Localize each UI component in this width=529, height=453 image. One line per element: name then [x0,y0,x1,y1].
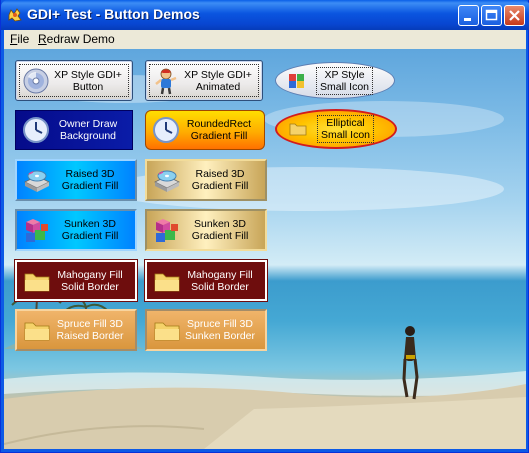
mahogany-button-2[interactable]: Mahogany Fill Solid Border [145,260,267,301]
xp-style-button-label: XP Style GDI+ Button [50,69,132,93]
cd-drive-icon [23,166,51,194]
menu-file[interactable]: File [10,32,29,46]
sunken-3d-blue-button-label: Sunken 3D Gradient Fill [51,218,135,242]
folder-icon [289,120,307,138]
cd-disc-icon [22,67,50,95]
raised-3d-blue-button-label: Raised 3D Gradient Fill [51,168,135,192]
colored-cubes-icon [23,216,51,244]
raised-3d-gold-button[interactable]: Raised 3D Gradient Fill [145,159,267,201]
mahogany-button-1-label: Mahogany Fill Solid Border [51,269,135,293]
rounded-rect-button-label: RoundedRect Gradient Fill [180,118,264,142]
owner-draw-button[interactable]: Owner Draw Background [15,110,133,150]
xp-small-icon-button-label: XP Style Small Icon [318,69,371,93]
elliptical-button[interactable]: Elliptical Small Icon [275,109,397,149]
raised-3d-gold-button-label: Raised 3D Gradient Fill [181,168,265,192]
colored-cubes-icon [153,216,181,244]
minimize-button[interactable] [458,5,479,26]
mahogany-button-2-label: Mahogany Fill Solid Border [181,269,265,293]
app-icon [7,7,23,23]
xp-animated-button-label: XP Style GDI+ Animated [180,69,262,93]
mahogany-button-1[interactable]: Mahogany Fill Solid Border [15,260,137,301]
rounded-rect-button[interactable]: RoundedRect Gradient Fill [145,110,265,150]
maximize-button[interactable] [481,5,502,26]
menu-redraw-demo[interactable]: Redraw Demo [38,32,115,46]
spruce-raised-button[interactable]: Spruce Fill 3D Raised Border [15,309,137,351]
sunken-3d-gold-button[interactable]: Sunken 3D Gradient Fill [145,209,267,251]
maximize-icon [482,6,501,25]
xp-style-button[interactable]: XP Style GDI+ Button [15,60,133,101]
xp-small-icon-button[interactable]: XP Style Small Icon [275,62,395,99]
kid-character-icon [152,67,180,95]
raised-3d-blue-button[interactable]: Raised 3D Gradient Fill [15,159,137,201]
app-window: GDI+ Test - Button Demos File Redraw Dem… [0,0,529,453]
close-button[interactable] [504,5,525,26]
spruce-sunken-button[interactable]: Spruce Fill 3D Sunken Border [145,309,267,351]
clock-icon [22,116,50,144]
menu-bar: File Redraw Demo [4,30,526,49]
cd-drive-icon [153,166,181,194]
sunken-3d-blue-button[interactable]: Sunken 3D Gradient Fill [15,209,137,251]
xp-animated-button[interactable]: XP Style GDI+ Animated [145,60,263,101]
folder-icon [153,316,181,344]
demo-client-area: XP Style GDI+ Button XP Style GDI+ Anima… [4,49,526,449]
close-icon [505,6,524,25]
folder-icon [23,267,51,295]
folder-icon [23,316,51,344]
elliptical-button-label: Elliptical Small Icon [319,117,372,141]
folder-icon [153,267,181,295]
spruce-raised-button-label: Spruce Fill 3D Raised Border [51,318,135,342]
spruce-sunken-button-label: Spruce Fill 3D Sunken Border [181,318,265,342]
minimize-icon [459,6,478,25]
colored-cubes-icon [288,72,306,90]
title-bar[interactable]: GDI+ Test - Button Demos [1,0,529,30]
owner-draw-button-label: Owner Draw Background [50,118,132,142]
window-title: GDI+ Test - Button Demos [27,6,200,22]
clock-icon [152,116,180,144]
sunken-3d-gold-button-label: Sunken 3D Gradient Fill [181,218,265,242]
